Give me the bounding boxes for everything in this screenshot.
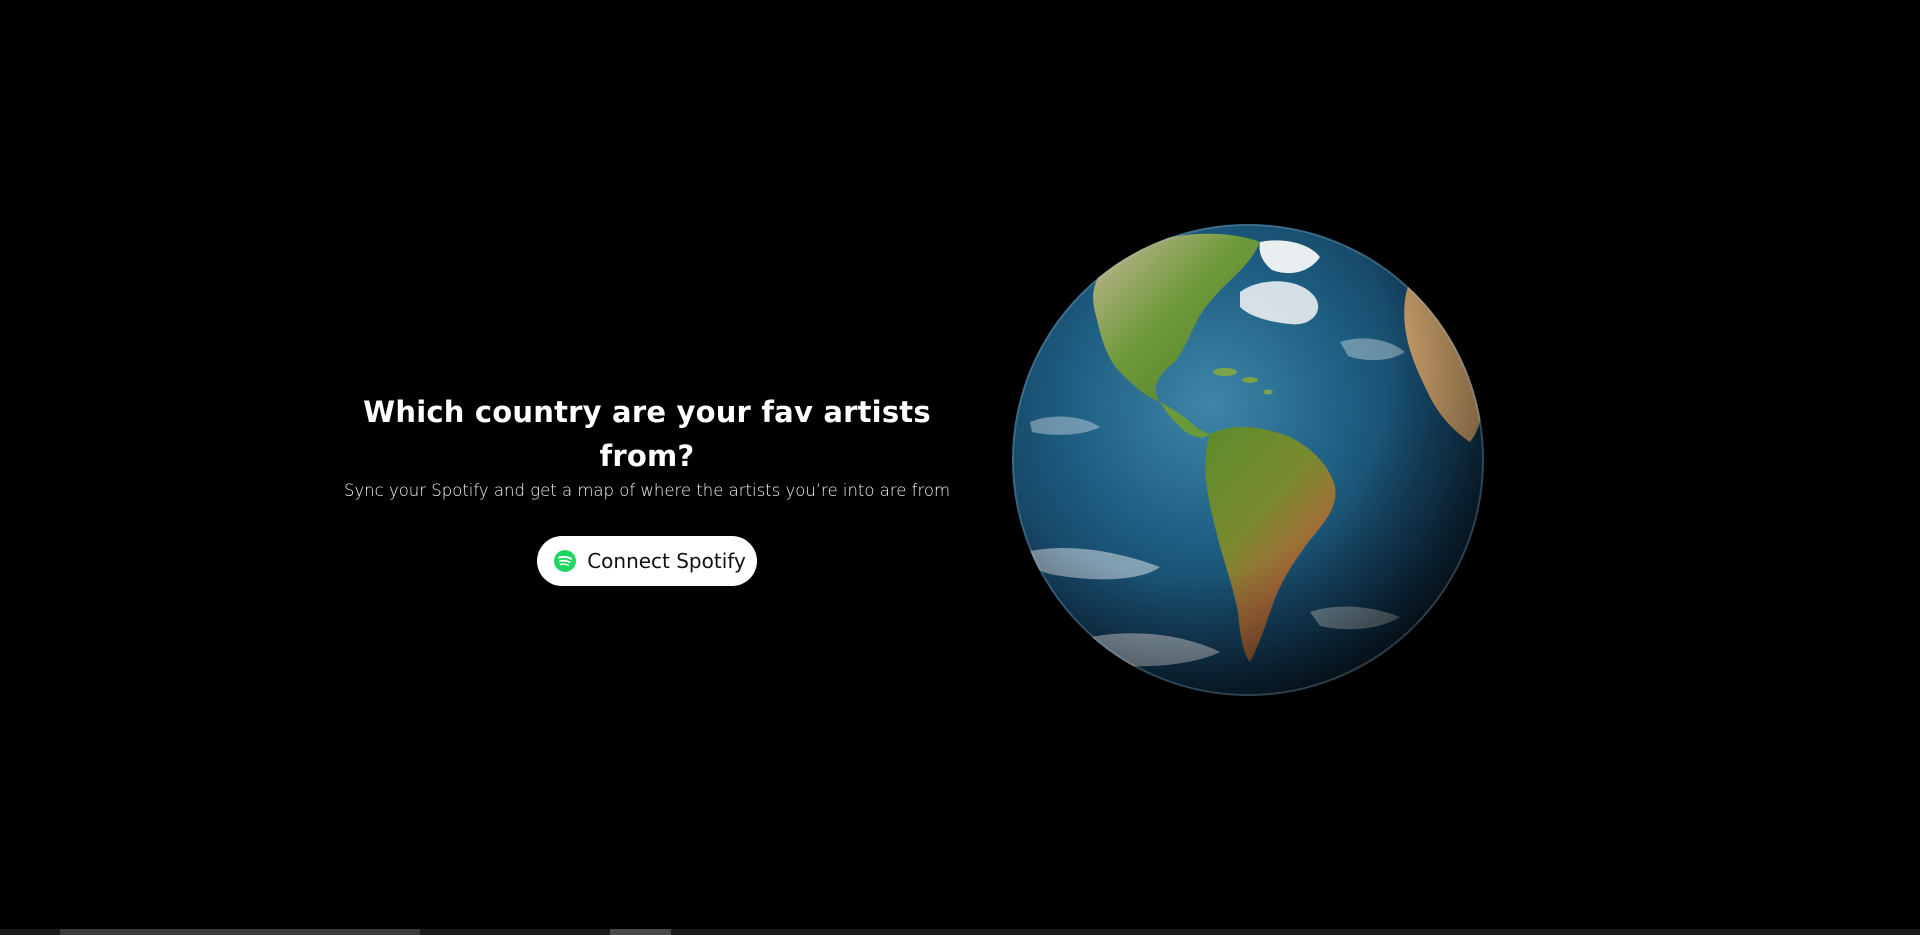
bottom-scrollbar[interactable]	[0, 929, 1920, 935]
page-subtitle: Sync your Spotify and get a map of where…	[343, 481, 951, 500]
landing-page: Which country are your fav artists from?…	[0, 0, 1920, 935]
page-title: Which country are your fav artists from?	[363, 395, 931, 473]
spotify-icon	[553, 549, 577, 573]
connect-spotify-button[interactable]: Connect Spotify	[537, 536, 757, 586]
scrollbar-thumb-secondary[interactable]	[610, 929, 671, 935]
connect-spotify-label: Connect Spotify	[587, 549, 746, 573]
scrollbar-thumb[interactable]	[60, 929, 420, 935]
hero-section: Which country are your fav artists from?…	[330, 390, 964, 586]
earth-globe-image	[1010, 222, 1486, 698]
